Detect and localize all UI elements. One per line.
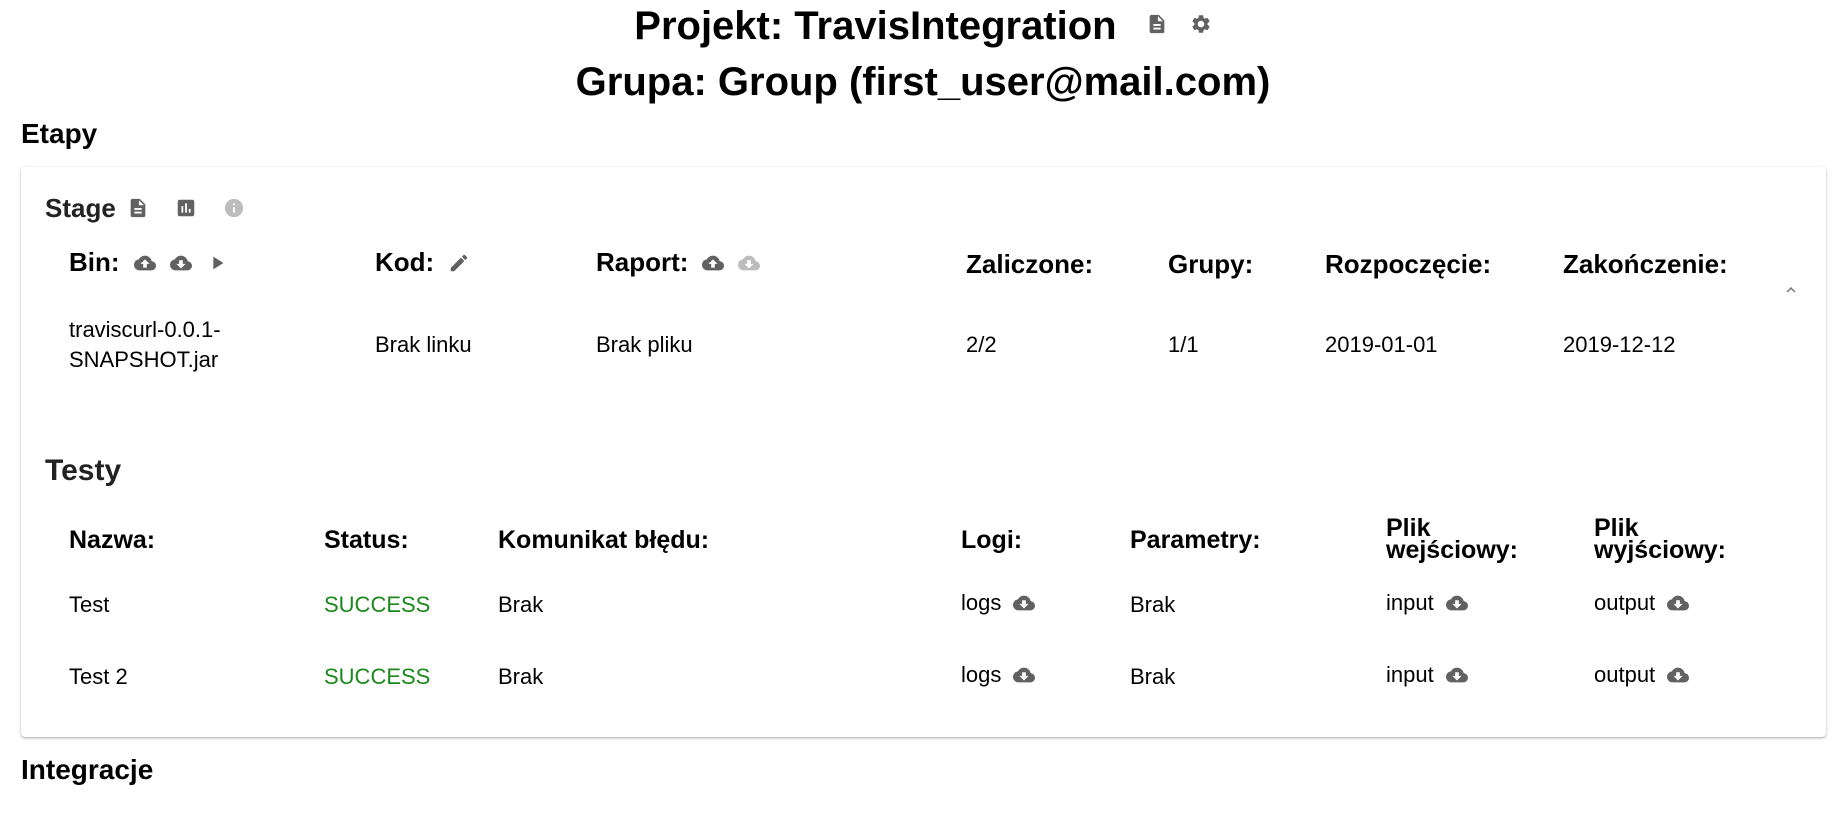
column-header-kod: Kod: — [375, 247, 470, 278]
parameters-value: Brak — [1130, 664, 1176, 689]
download-icon[interactable] — [1667, 592, 1689, 614]
input-label: input — [1386, 590, 1434, 615]
grupy-value: 1/1 — [1168, 332, 1199, 357]
project-title: Projekt: TravisIntegration — [634, 4, 1117, 48]
output-label: output — [1594, 662, 1656, 687]
input-file-cell: input — [1386, 590, 1468, 616]
logs-cell: logs — [961, 662, 1035, 688]
test-column-status: Status: — [324, 526, 409, 554]
download-icon[interactable] — [1667, 664, 1689, 686]
chevron-up-icon[interactable] — [1782, 281, 1800, 299]
column-header-bin: Bin: — [69, 247, 228, 278]
pencil-icon[interactable] — [448, 252, 470, 274]
tests-title: Testy — [45, 454, 122, 487]
project-header: Projekt: TravisIntegration — [0, 2, 1846, 50]
group-title: Grupa: Group (first_user@mail.com) — [575, 60, 1271, 104]
input-label: input — [1386, 662, 1434, 687]
input-file-cell: input — [1386, 662, 1468, 688]
column-header-zaliczone: Zaliczone: — [966, 249, 1094, 279]
info-icon[interactable] — [223, 197, 245, 219]
logs-label: logs — [961, 590, 1002, 615]
parameters-value: Brak — [1130, 592, 1176, 617]
test-column-komunikat: Komunikat błędu: — [498, 526, 710, 554]
column-header-raport: Raport: — [596, 247, 760, 278]
chart-icon[interactable] — [175, 197, 197, 219]
zaliczone-value: 2/2 — [966, 332, 997, 357]
test-column-nazwa: Nazwa: — [69, 526, 156, 554]
logs-label: logs — [961, 662, 1002, 687]
stage-title: Stage — [45, 193, 116, 223]
plik-wyjsciowy-line-2: wyjściowy: — [1594, 536, 1726, 564]
error-message: Brak — [498, 664, 544, 689]
bin-filename[interactable]: traviscurl-0.0.1- SNAPSHOT.jar — [69, 315, 221, 375]
bin-filename-line-2: SNAPSHOT.jar — [69, 347, 219, 372]
output-file-cell: output — [1594, 662, 1689, 688]
kod-value: Brak linku — [375, 332, 472, 357]
download-icon[interactable] — [1446, 664, 1468, 686]
bin-filename-line-1: traviscurl-0.0.1- — [69, 317, 221, 342]
play-icon[interactable] — [206, 252, 228, 274]
status-badge: SUCCESS — [324, 664, 431, 689]
zakonczenie-value: 2019-12-12 — [1563, 332, 1676, 357]
test-name: Test 2 — [69, 664, 128, 689]
column-header-rozpoczecie: Rozpoczęcie: — [1325, 249, 1492, 279]
section-title-integracje: Integracje — [21, 754, 154, 785]
output-file-cell: output — [1594, 590, 1689, 616]
kod-label: Kod: — [375, 247, 435, 277]
test-column-plik-wejsciowy: Plik wejściowy: — [1386, 516, 1518, 564]
section-title-etapy: Etapy — [21, 118, 98, 149]
download-icon[interactable] — [170, 252, 192, 274]
error-message: Brak — [498, 592, 544, 617]
upload-icon[interactable] — [702, 252, 724, 274]
logs-cell: logs — [961, 590, 1035, 616]
bin-label: Bin: — [69, 247, 120, 277]
download-icon[interactable] — [738, 252, 760, 274]
test-column-logi: Logi: — [961, 526, 1023, 554]
rozpoczecie-value: 2019-01-01 — [1325, 332, 1438, 357]
status-badge: SUCCESS — [324, 592, 431, 617]
gear-icon[interactable] — [1190, 13, 1212, 35]
download-icon[interactable] — [1446, 592, 1468, 614]
file-document-icon[interactable] — [1146, 13, 1168, 35]
file-document-icon[interactable] — [127, 197, 149, 219]
column-header-zakonczenie: Zakończenie: — [1563, 249, 1728, 279]
stage-card: Stage Bin: Kod: Raport: Zaliczone: Grupy… — [21, 167, 1826, 737]
test-column-parametry: Parametry: — [1130, 526, 1261, 554]
download-icon[interactable] — [1013, 664, 1035, 686]
plik-wejsciowy-line-2: wejściowy: — [1386, 536, 1518, 564]
upload-icon[interactable] — [134, 252, 156, 274]
test-column-plik-wyjsciowy: Plik wyjściowy: — [1594, 516, 1726, 564]
test-name: Test — [69, 592, 110, 617]
download-icon[interactable] — [1013, 592, 1035, 614]
raport-label: Raport: — [596, 247, 689, 277]
raport-value: Brak pliku — [596, 332, 693, 357]
column-header-grupy: Grupy: — [1168, 249, 1254, 279]
output-label: output — [1594, 590, 1656, 615]
